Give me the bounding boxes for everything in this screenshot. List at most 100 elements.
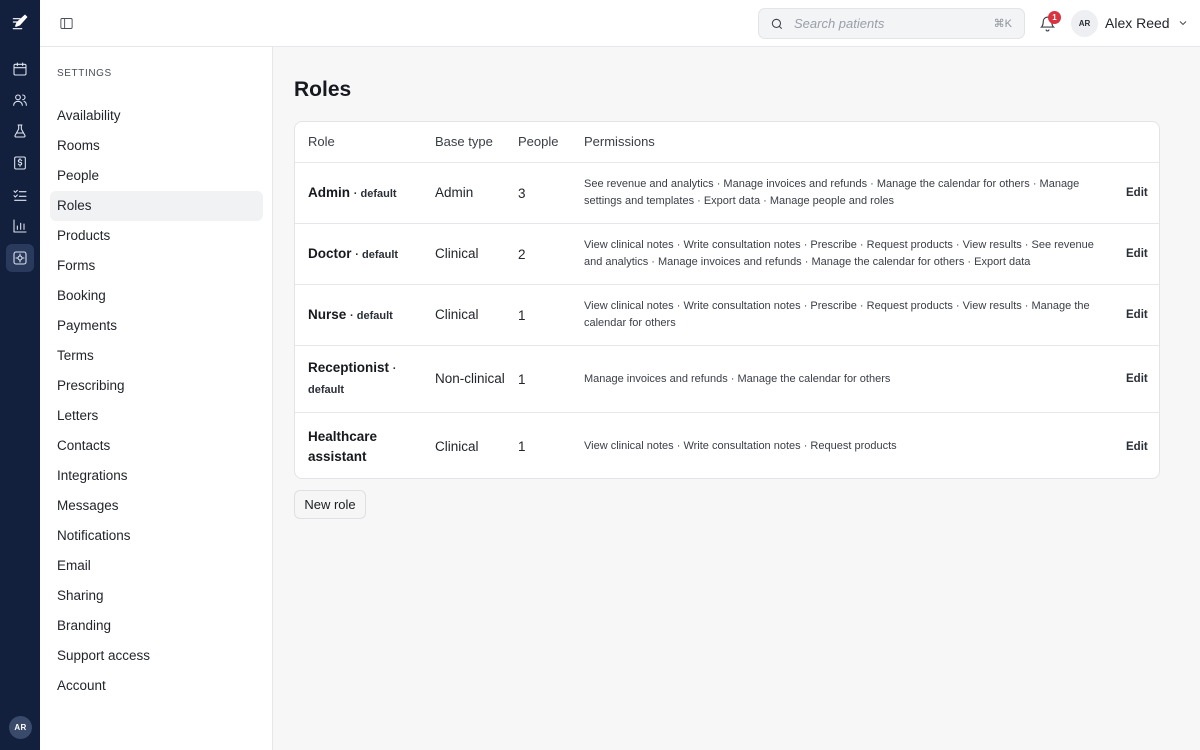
people-count: 1 <box>518 371 526 387</box>
sidebar-item-branding[interactable]: Branding <box>50 611 263 641</box>
bar-chart-icon <box>13 219 27 233</box>
role-name-cell: Healthcare assistant <box>308 413 423 478</box>
column-header-permissions: Permissions <box>584 134 655 149</box>
people-count-cell: 3 <box>518 163 573 223</box>
base-type: Admin <box>435 185 474 200</box>
pen-logo-icon <box>12 14 28 30</box>
rail-item-patients[interactable] <box>6 86 34 114</box>
role-name: Doctor · default <box>308 244 398 265</box>
role-title: Receptionist <box>308 360 390 375</box>
rail-item-billing[interactable] <box>6 149 34 177</box>
app-rail: AR <box>0 0 40 750</box>
sidebar-item-email[interactable]: Email <box>50 551 263 581</box>
people-count-cell: 1 <box>518 285 573 345</box>
sidebar-item-forms[interactable]: Forms <box>50 251 263 281</box>
sidebar-item-rooms[interactable]: Rooms <box>50 131 263 161</box>
app-logo[interactable] <box>6 8 34 36</box>
role-title: Admin <box>308 184 350 200</box>
billing-icon <box>14 156 26 170</box>
user-menu[interactable]: AR Alex Reed <box>1071 9 1189 37</box>
sidebar-item-account[interactable]: Account <box>50 671 263 701</box>
role-name: Healthcare assistant <box>308 427 423 467</box>
edit-cell: Edit <box>1126 346 1156 412</box>
base-type: Clinical <box>435 438 479 454</box>
search-icon <box>771 18 783 29</box>
sidebar-item-sharing[interactable]: Sharing <box>50 581 263 611</box>
table-row: Healthcare assistant Clinical 1 View clinic… <box>295 413 1159 478</box>
edit-cell: Edit <box>1126 285 1156 345</box>
people-count-cell: 1 <box>518 346 573 412</box>
user-avatar: AR <box>1071 9 1098 37</box>
permissions-list-cell: View clinical notes · Write consultation… <box>584 224 1104 284</box>
people-count: 1 <box>518 439 526 454</box>
edit-role-button[interactable]: Edit <box>1126 248 1148 260</box>
column-header-base-type: Base type <box>435 134 493 149</box>
settings-nav: Availability Rooms People Roles Products Form… <box>50 101 263 701</box>
role-name: Receptionist · default <box>308 358 423 400</box>
permissions-list-cell: View clinical notes · Write consultation… <box>584 285 1104 345</box>
user-name: Alex Reed <box>1105 15 1170 31</box>
role-name-cell: Admin · default <box>308 163 423 223</box>
permissions-list-cell: View clinical notes · Write consultation… <box>584 413 1104 478</box>
permissions-list: Manage invoices and refunds · Manage the… <box>584 372 891 385</box>
checklist-icon <box>13 189 27 201</box>
base-type-cell: Admin <box>435 163 510 223</box>
sidebar-item-booking[interactable]: Booking <box>50 281 263 311</box>
page-title: Roles <box>294 78 352 101</box>
sidebar-item-prescribing[interactable]: Prescribing <box>50 371 263 401</box>
edit-role-button[interactable]: Edit <box>1126 309 1148 321</box>
edit-role-button[interactable]: Edit <box>1126 441 1148 453</box>
sidebar-item-roles[interactable]: Roles <box>50 191 263 221</box>
table-row: Receptionist · default Non-clinical 1 Manag… <box>295 346 1159 413</box>
rail-item-calendar[interactable] <box>6 55 34 83</box>
role-title: Healthcare assistant <box>308 428 378 464</box>
sidebar-item-people[interactable]: People <box>50 161 263 191</box>
sidebar-item-contacts[interactable]: Contacts <box>50 431 263 461</box>
sidebar-item-messages[interactable]: Messages <box>50 491 263 521</box>
sidebar-toggle-icon <box>59 17 73 29</box>
people-count: 1 <box>518 307 526 323</box>
sidebar-item-integrations[interactable]: Integrations <box>50 461 263 491</box>
sidebar-item-products[interactable]: Products <box>50 221 263 251</box>
sidebar-toggle-button[interactable] <box>56 13 76 33</box>
rail-item-lab[interactable] <box>6 117 34 145</box>
search-patients-input[interactable]: Search patients ⌘K <box>758 8 1025 39</box>
role-name-cell: Nurse · default <box>308 285 423 345</box>
edit-cell: Edit <box>1126 224 1156 284</box>
permissions-list: See revenue and analytics · Manage invoi… <box>584 178 1080 207</box>
default-tag: · default <box>355 248 399 261</box>
sidebar-item-support-access[interactable]: Support access <box>50 641 263 671</box>
default-tag: · default <box>353 187 397 200</box>
calendar-icon <box>13 62 27 76</box>
search-shortcut: ⌘K <box>993 18 1012 30</box>
permissions-list: View clinical notes · Write consultation… <box>584 239 1094 268</box>
top-bar: Search patients ⌘K 1 AR Alex Reed <box>40 0 1200 47</box>
base-type-cell: Clinical <box>435 224 510 284</box>
rail-item-reports[interactable] <box>6 212 34 240</box>
notifications-button[interactable]: 1 <box>1037 11 1061 34</box>
chevron-down-icon <box>1179 21 1186 26</box>
table-row: Doctor · default Clinical 2 View clinical n… <box>295 224 1159 285</box>
new-role-button[interactable]: New role <box>294 490 366 519</box>
sidebar-item-notifications[interactable]: Notifications <box>50 521 263 551</box>
main-content: Roles Role Base type People Permissions … <box>273 47 1200 750</box>
permissions-list-cell: Manage invoices and refunds · Manage the… <box>584 346 1104 412</box>
column-header-people: People <box>518 134 559 149</box>
sidebar-item-payments[interactable]: Payments <box>50 311 263 341</box>
people-count: 2 <box>518 246 526 262</box>
rail-user-avatar[interactable]: AR <box>9 716 32 739</box>
edit-role-button[interactable]: Edit <box>1126 373 1148 385</box>
permissions-list-cell: See revenue and analytics · Manage invoi… <box>584 163 1104 223</box>
people-count-cell: 1 <box>518 413 573 478</box>
table-header-row: Role Base type People Permissions <box>295 122 1159 163</box>
sidebar-item-terms[interactable]: Terms <box>50 341 263 371</box>
sidebar-item-availability[interactable]: Availability <box>50 101 263 131</box>
default-tag: · default <box>350 309 393 322</box>
rail-item-tasks[interactable] <box>6 181 34 209</box>
sidebar-item-letters[interactable]: Letters <box>50 401 263 431</box>
edit-role-button[interactable]: Edit <box>1126 187 1148 199</box>
rail-item-settings[interactable] <box>6 244 34 272</box>
flask-icon <box>14 124 26 138</box>
users-icon <box>13 94 27 106</box>
role-name-cell: Receptionist · default <box>308 346 423 412</box>
